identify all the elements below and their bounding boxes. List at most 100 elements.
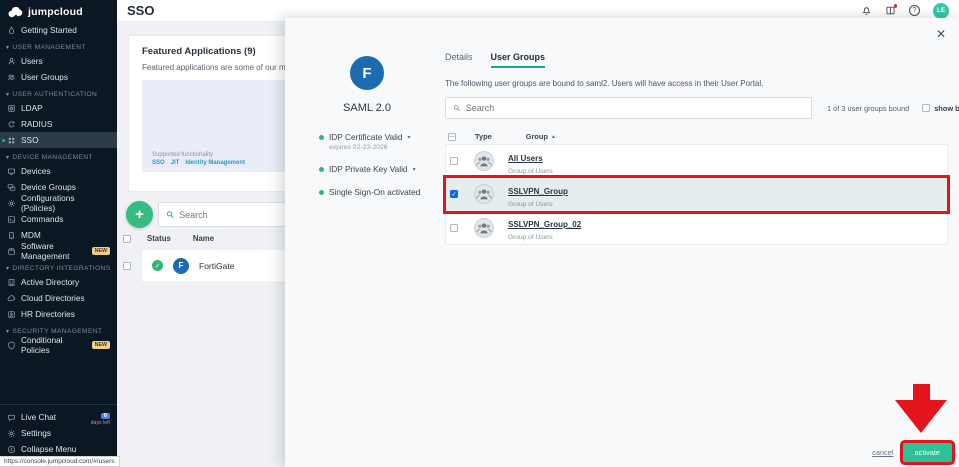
app-name[interactable]: FortiGate xyxy=(199,261,234,271)
sidebar-section-header[interactable]: ▾ DEVICE MANAGEMENT xyxy=(0,148,117,163)
group-checkbox[interactable] xyxy=(450,157,458,165)
group-link[interactable]: SSLVPN_Group_02 xyxy=(508,220,581,229)
close-icon[interactable]: ✕ xyxy=(936,28,946,40)
group-link[interactable]: SSLVPN_Group xyxy=(508,187,568,196)
cancel-link[interactable]: cancel xyxy=(872,448,893,457)
panel-tab[interactable]: User Groups xyxy=(491,52,546,68)
sidebar-footer-label: Collapse Menu xyxy=(21,444,76,454)
sidebar-footer-item[interactable]: Settings xyxy=(0,425,117,441)
green-dot-icon xyxy=(319,167,324,172)
group-checkbox[interactable] xyxy=(450,190,458,198)
group-row[interactable]: All Users Group of Users xyxy=(446,145,947,178)
group-search-box xyxy=(445,97,812,119)
sidebar-section-header[interactable]: ▾ USER AUTHENTICATION xyxy=(0,85,117,100)
sort-ascending-icon: ▲ xyxy=(551,134,556,140)
application-search-input[interactable] xyxy=(179,210,300,220)
applications-table-header: Status Name xyxy=(123,234,214,243)
user-avatar[interactable]: LE xyxy=(933,3,949,19)
group-row[interactable]: SSLVPN_Group Group of Users xyxy=(446,178,947,211)
sidebar-item-label: Devices xyxy=(21,166,51,176)
type-column-header: Type xyxy=(475,132,492,141)
add-application-button[interactable]: + xyxy=(126,201,153,228)
sidebar-item[interactable]: Commands xyxy=(0,211,117,227)
sidebar-footer-label: Settings xyxy=(21,428,51,438)
jumpcloud-logo[interactable]: jumpcloud xyxy=(0,0,117,22)
chevron-down-icon: ▾ xyxy=(6,265,9,272)
sidebar-item[interactable]: Getting Started xyxy=(0,22,117,38)
shield-icon xyxy=(7,341,16,350)
sidebar-item-label: RADIUS xyxy=(21,119,52,129)
sidebar-item-label: LDAP xyxy=(21,103,43,113)
sidebar-footer-item[interactable]: Live Chat 0 days left xyxy=(0,409,117,425)
sidebar-section-header[interactable]: ▾ DIRECTORY INTEGRATIONS xyxy=(0,259,117,274)
sidebar-item-label: Active Directory xyxy=(21,277,79,287)
sidebar-item[interactable]: RADIUS xyxy=(0,116,117,132)
group-column-header[interactable]: Group xyxy=(526,132,548,141)
annotation-arrow xyxy=(895,384,947,433)
group-search-input[interactable] xyxy=(466,103,804,113)
select-all-checkbox[interactable] xyxy=(123,235,131,243)
sidebar-item[interactable]: SSO xyxy=(0,132,117,148)
cloud-icon xyxy=(7,294,16,303)
sidebar-item[interactable]: Conditional Policies NEW xyxy=(0,337,117,353)
sidebar-item[interactable]: Devices xyxy=(0,163,117,179)
sidebar-item[interactable]: Software Management NEW xyxy=(0,243,117,259)
supported-tag[interactable]: JIT xyxy=(171,160,180,166)
sidebar-item-label: Getting Started xyxy=(21,25,77,35)
user-group-avatar-icon xyxy=(474,151,494,171)
radius-icon xyxy=(7,120,16,129)
group-link[interactable]: All Users xyxy=(508,154,543,163)
group-checkbox[interactable] xyxy=(450,224,458,232)
whats-new-icon[interactable] xyxy=(885,5,896,16)
status-item: IDP Private Key Valid ▾ xyxy=(319,164,441,174)
app-avatar-large: F xyxy=(350,56,384,90)
status-url-tooltip: https://console.jumpcloud.com/#/users xyxy=(0,456,120,467)
status-item: Single Sign-On activated xyxy=(319,187,441,197)
sidebar-item[interactable]: Users xyxy=(0,53,117,69)
spark-icon xyxy=(7,26,16,35)
sidebar-item-label: Software Management xyxy=(21,241,87,261)
sidebar-item[interactable]: User Groups xyxy=(0,69,117,85)
chevron-down-icon[interactable]: ▾ xyxy=(407,134,410,141)
panel-app-summary: F SAML 2.0 IDP Certificate Valid ▾ expir… xyxy=(293,56,441,210)
group-subtitle: Group of Users xyxy=(508,201,568,208)
help-icon[interactable]: ? xyxy=(909,5,920,16)
gear-icon xyxy=(7,429,16,438)
box-icon xyxy=(7,247,16,256)
status-detail: expires 02-23-2026 xyxy=(329,144,441,151)
sidebar-item-label: HR Directories xyxy=(21,309,75,319)
show-bound-toggle[interactable]: show bound user group (1) xyxy=(922,104,959,113)
panel-tab[interactable]: Details xyxy=(445,52,473,68)
new-badge: NEW xyxy=(92,247,110,255)
select-all-groups-checkbox[interactable] xyxy=(448,133,456,141)
groups-table: All Users Group of Users SSLVPN_Group Gr… xyxy=(445,144,948,245)
status-column-header: Status xyxy=(147,234,171,243)
bell-icon[interactable] xyxy=(861,5,872,16)
search-icon xyxy=(453,104,461,112)
sidebar-section-header[interactable]: ▾ USER MANAGEMENT xyxy=(0,38,117,53)
sidebar-item[interactable]: Active Directory xyxy=(0,274,117,290)
user-group-avatar-icon xyxy=(474,184,494,204)
app-detail-panel: ✕ F SAML 2.0 IDP Certificate Valid ▾ exp… xyxy=(285,18,959,467)
sidebar-item[interactable]: HR Directories xyxy=(0,306,117,322)
supported-tag[interactable]: Identity Management xyxy=(185,160,245,166)
group-subtitle: Group of Users xyxy=(508,168,553,175)
phone-icon xyxy=(7,231,16,240)
group-row[interactable]: SSLVPN_Group_02 Group of Users xyxy=(446,211,947,244)
sidebar-item[interactable]: Cloud Directories xyxy=(0,290,117,306)
sidebar-item[interactable]: Configurations (Policies) xyxy=(0,195,117,211)
supported-tag[interactable]: SSO xyxy=(152,160,165,166)
status-list: IDP Certificate Valid ▾ expires 02-23-20… xyxy=(293,132,441,197)
green-dot-icon xyxy=(319,190,324,195)
groups-table-header: Type Group ▲ xyxy=(445,129,948,144)
sidebar-item[interactable]: LDAP xyxy=(0,100,117,116)
sidebar-item-label: Device Groups xyxy=(21,182,76,192)
jumpcloud-cloud-icon xyxy=(8,7,24,18)
activate-button[interactable]: activate xyxy=(903,443,952,462)
show-bound-checkbox[interactable] xyxy=(922,104,930,112)
sidebar-footer-item[interactable]: Collapse Menu xyxy=(0,441,117,457)
chevron-down-icon[interactable]: ▾ xyxy=(413,166,416,173)
page-title: SSO xyxy=(127,3,154,18)
row-checkbox[interactable] xyxy=(123,262,131,270)
protocol-label: SAML 2.0 xyxy=(293,102,441,114)
